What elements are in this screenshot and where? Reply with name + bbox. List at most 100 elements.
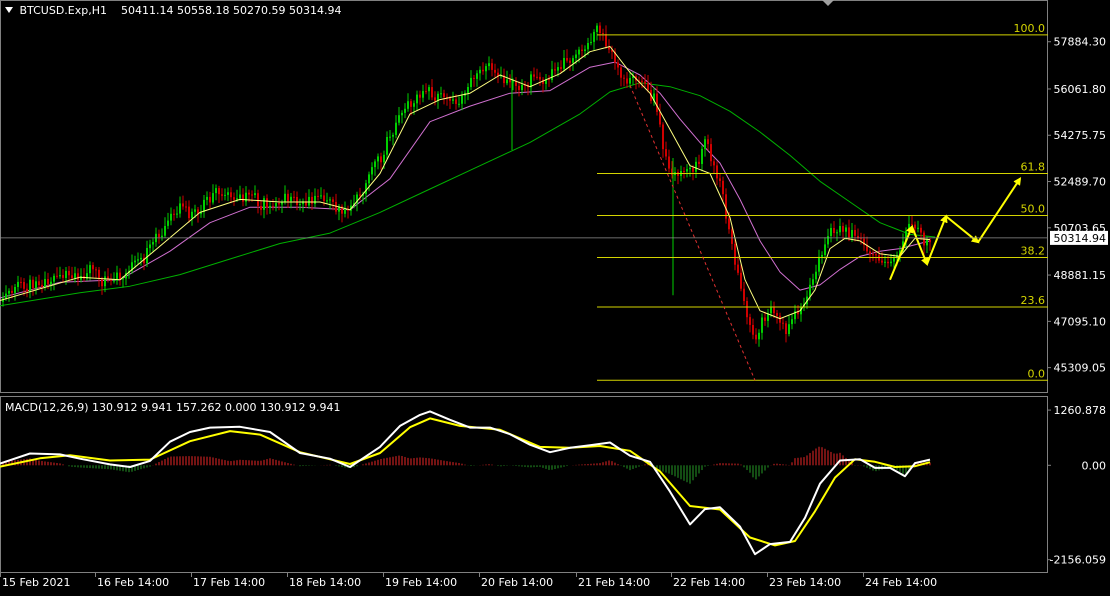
candle-body bbox=[287, 193, 289, 202]
candle-body bbox=[821, 255, 823, 257]
candle-body bbox=[212, 193, 214, 203]
candle-body bbox=[536, 76, 538, 78]
candle-body bbox=[185, 206, 187, 208]
chart-window[interactable]: 100.0 61.8 50.0 38.2 23.6 0.0 57884.30 56061.8… bbox=[0, 0, 1110, 592]
candle-body bbox=[95, 269, 97, 271]
x-tick-label: 16 Feb 14:00 bbox=[97, 576, 169, 589]
x-tick-label: 22 Feb 14:00 bbox=[673, 576, 745, 589]
candle-body bbox=[551, 69, 553, 80]
macd-y-tick-label: 0.00 bbox=[1082, 459, 1107, 472]
candle-body bbox=[419, 94, 421, 98]
candle-body bbox=[134, 260, 136, 263]
candle-body bbox=[458, 103, 460, 105]
candle-body bbox=[89, 265, 91, 274]
dropdown-triangle-icon[interactable] bbox=[5, 7, 13, 13]
macd-header: MACD(12,26,9) 130.912 9.941 157.262 0.00… bbox=[5, 401, 341, 414]
candle-body bbox=[851, 230, 853, 238]
chart-canvas[interactable]: 100.0 61.8 50.0 38.2 23.6 0.0 57884.30 56061.8… bbox=[0, 0, 1110, 592]
candle-body bbox=[440, 93, 442, 95]
candle-body bbox=[731, 229, 733, 244]
candle-body bbox=[656, 93, 658, 112]
candle-body bbox=[647, 83, 649, 90]
candle-body bbox=[836, 232, 838, 234]
candle-body bbox=[764, 317, 766, 321]
candle-body bbox=[425, 91, 427, 93]
candle-body bbox=[218, 188, 220, 195]
candle-body bbox=[875, 254, 877, 256]
candle-body bbox=[20, 281, 22, 283]
candle-body bbox=[44, 279, 46, 288]
candle-body bbox=[572, 58, 574, 63]
candle-body bbox=[5, 293, 7, 299]
candle-body bbox=[8, 290, 10, 294]
x-tick-label: 17 Feb 14:00 bbox=[193, 576, 265, 589]
candle-body bbox=[68, 270, 70, 276]
candle-body bbox=[743, 288, 745, 301]
candle-body bbox=[881, 260, 883, 263]
candle-body bbox=[32, 279, 34, 289]
candle-body bbox=[917, 227, 919, 229]
candle-body bbox=[740, 272, 742, 289]
candle-body bbox=[317, 195, 319, 197]
candle-body bbox=[173, 213, 175, 215]
candle-body bbox=[392, 134, 394, 137]
candle-body bbox=[758, 332, 760, 340]
candle-body bbox=[59, 275, 61, 277]
candle-body bbox=[644, 81, 646, 84]
candle-body bbox=[56, 275, 58, 277]
candle-body bbox=[785, 323, 787, 334]
candle-body bbox=[533, 74, 535, 77]
candle-body bbox=[428, 87, 430, 92]
candle-body bbox=[320, 195, 322, 197]
candle-body bbox=[584, 49, 586, 51]
candle-body bbox=[395, 122, 397, 135]
candle-body bbox=[593, 31, 595, 42]
candle-body bbox=[488, 63, 490, 67]
candle-body bbox=[62, 275, 64, 278]
candle-body bbox=[101, 278, 103, 287]
candle-body bbox=[311, 196, 313, 204]
candle-body bbox=[818, 256, 820, 272]
candle-body bbox=[65, 270, 67, 278]
candle-body bbox=[695, 161, 697, 172]
y-tick-label: 52489.70 bbox=[1054, 176, 1107, 189]
candle-body bbox=[188, 206, 190, 219]
candle-body bbox=[566, 58, 568, 61]
candle-body bbox=[623, 77, 625, 79]
candle-body bbox=[605, 34, 607, 47]
ohlc-values: 50411.14 50558.18 50270.59 50314.94 bbox=[121, 4, 342, 17]
candle-body bbox=[308, 196, 310, 206]
candle-body bbox=[920, 227, 922, 233]
y-tick-label: 48881.15 bbox=[1054, 269, 1107, 282]
candle-body bbox=[470, 77, 472, 87]
candle-body bbox=[779, 315, 781, 323]
candle-body bbox=[890, 261, 892, 264]
x-tick-label: 18 Feb 14:00 bbox=[289, 576, 361, 589]
candle-body bbox=[194, 209, 196, 212]
candle-body bbox=[707, 139, 709, 145]
candle-body bbox=[74, 273, 76, 279]
candle-body bbox=[164, 226, 166, 236]
candle-body bbox=[683, 171, 685, 172]
candle-body bbox=[380, 156, 382, 163]
candle-body bbox=[275, 203, 277, 207]
candle-body bbox=[587, 43, 589, 50]
candle-body bbox=[770, 307, 772, 314]
candle-body bbox=[833, 228, 835, 233]
candle-body bbox=[329, 199, 331, 201]
candle-body bbox=[122, 278, 124, 280]
candle-body bbox=[569, 60, 571, 63]
candle-body bbox=[179, 203, 181, 214]
candle-body bbox=[728, 218, 730, 230]
candle-body bbox=[323, 195, 325, 201]
candle-body bbox=[239, 194, 241, 199]
candle-body bbox=[869, 251, 871, 255]
candle-body bbox=[41, 284, 43, 288]
candle-body bbox=[824, 244, 826, 255]
candle-body bbox=[581, 49, 583, 51]
candle-body bbox=[494, 69, 496, 73]
candle-body bbox=[755, 334, 757, 340]
candle-body bbox=[854, 230, 856, 236]
candle-body bbox=[410, 101, 412, 107]
candle-body bbox=[530, 74, 532, 88]
